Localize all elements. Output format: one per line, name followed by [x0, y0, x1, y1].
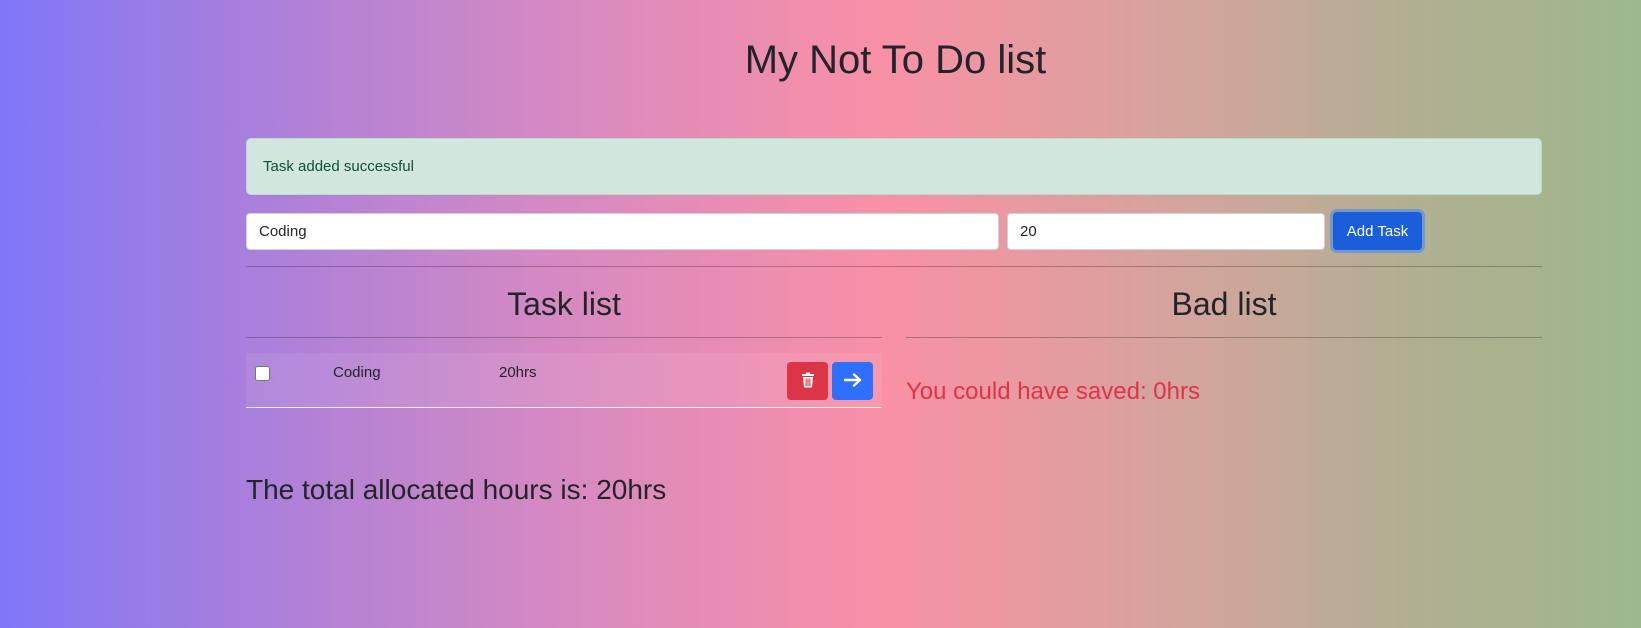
alert-message: Task added successful	[263, 158, 414, 175]
page-title: My Not To Do list	[744, 38, 1047, 82]
saved-hours-text: You could have saved: 0hrs	[906, 378, 1200, 405]
trash-icon	[801, 372, 815, 391]
hours-input[interactable]	[1007, 213, 1325, 250]
divider	[246, 266, 1542, 267]
task-input[interactable]	[246, 213, 999, 250]
task-list-divider	[246, 337, 882, 338]
arrow-right-icon	[843, 372, 862, 390]
table-row: Coding 20hrs	[246, 353, 882, 408]
delete-task-button[interactable]	[787, 362, 828, 400]
bad-list-title: Bad list	[1171, 286, 1277, 322]
add-task-button[interactable]: Add Task	[1333, 212, 1422, 250]
task-name: Coding	[333, 364, 381, 381]
task-hours: 20hrs	[499, 364, 537, 381]
task-checkbox[interactable]	[255, 366, 270, 381]
total-hours-text: The total allocated hours is: 20hrs	[246, 474, 667, 505]
success-alert: Task added successful	[246, 138, 1542, 195]
task-list-title: Task list	[507, 286, 621, 322]
move-to-bad-list-button[interactable]	[832, 362, 873, 400]
bad-list-divider	[906, 337, 1542, 338]
